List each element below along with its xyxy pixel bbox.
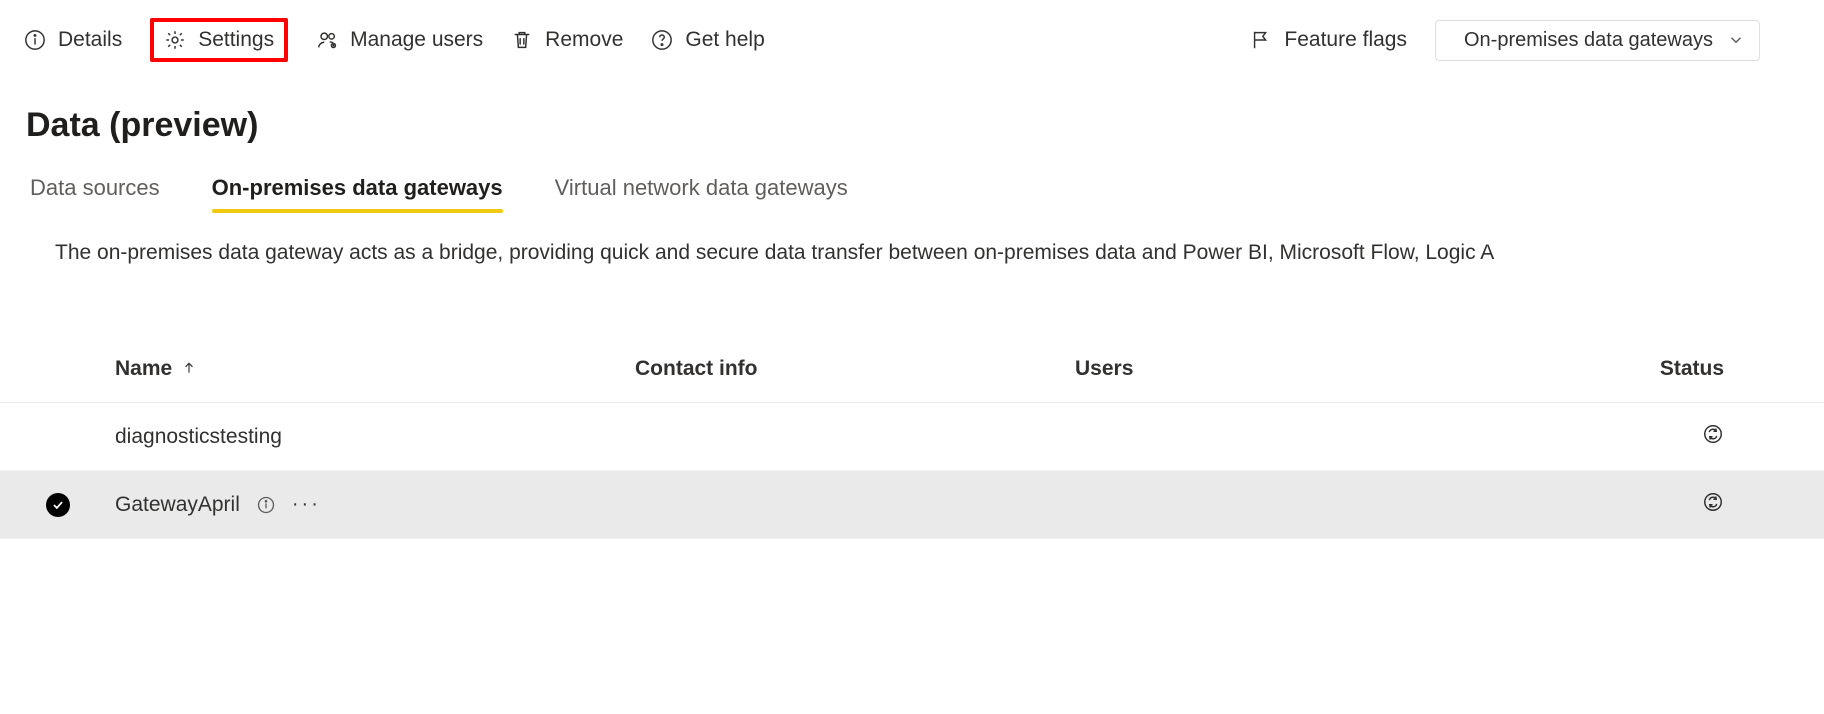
gateway-name: GatewayApril <box>115 493 240 517</box>
view-selector-dropdown[interactable]: On-premises data gateways <box>1435 20 1760 61</box>
remove-label: Remove <box>545 28 623 52</box>
manage-users-label: Manage users <box>350 28 483 52</box>
refresh-status-icon[interactable] <box>1702 423 1724 445</box>
details-button[interactable]: Details <box>24 28 122 52</box>
more-actions-icon[interactable]: ··· <box>292 493 321 516</box>
column-header-name[interactable]: Name <box>115 357 635 381</box>
tab-onprem-gateways[interactable]: On-premises data gateways <box>212 175 503 211</box>
feature-flags-label: Feature flags <box>1284 28 1407 52</box>
page-title: Data (preview) <box>26 106 1824 145</box>
info-icon <box>24 29 46 51</box>
tab-data-sources[interactable]: Data sources <box>30 175 160 211</box>
description-text: The on-premises data gateway acts as a b… <box>55 241 1824 265</box>
view-selector-label: On-premises data gateways <box>1464 29 1713 52</box>
manage-users-button[interactable]: Manage users <box>316 28 483 52</box>
refresh-status-icon[interactable] <box>1702 491 1724 513</box>
flag-icon <box>1250 29 1272 51</box>
info-icon[interactable] <box>256 495 276 515</box>
get-help-button[interactable]: Get help <box>651 28 764 52</box>
column-options-button[interactable] <box>1788 23 1800 58</box>
row-selected-check-icon[interactable] <box>46 493 70 517</box>
help-icon <box>651 29 673 51</box>
people-icon <box>316 29 338 51</box>
command-bar: Details Settings Manage users Remove Get… <box>0 0 1824 80</box>
sort-asc-icon <box>182 357 196 381</box>
gateway-name: diagnosticstesting <box>115 425 282 449</box>
table-header-row: Name Contact info Users Status <box>0 335 1824 403</box>
get-help-label: Get help <box>685 28 764 52</box>
remove-button[interactable]: Remove <box>511 28 623 52</box>
column-header-contact[interactable]: Contact info <box>635 357 1075 381</box>
chevron-down-icon <box>1727 31 1745 49</box>
tab-vnet-gateways[interactable]: Virtual network data gateways <box>555 175 848 211</box>
gear-icon <box>164 29 186 51</box>
table-row[interactable]: GatewayApril ··· <box>0 471 1824 539</box>
tab-list: Data sources On-premises data gateways V… <box>30 175 1824 211</box>
settings-label: Settings <box>198 28 274 52</box>
details-label: Details <box>58 28 122 52</box>
column-header-name-label: Name <box>115 357 172 381</box>
column-header-users[interactable]: Users <box>1075 357 1450 381</box>
table-row[interactable]: diagnosticstesting <box>0 403 1824 471</box>
column-header-status[interactable]: Status <box>1450 357 1764 381</box>
settings-button[interactable]: Settings <box>150 18 288 62</box>
gateway-table: Name Contact info Users Status diagnosti… <box>0 335 1824 539</box>
trash-icon <box>511 29 533 51</box>
feature-flags-button[interactable]: Feature flags <box>1250 28 1407 52</box>
